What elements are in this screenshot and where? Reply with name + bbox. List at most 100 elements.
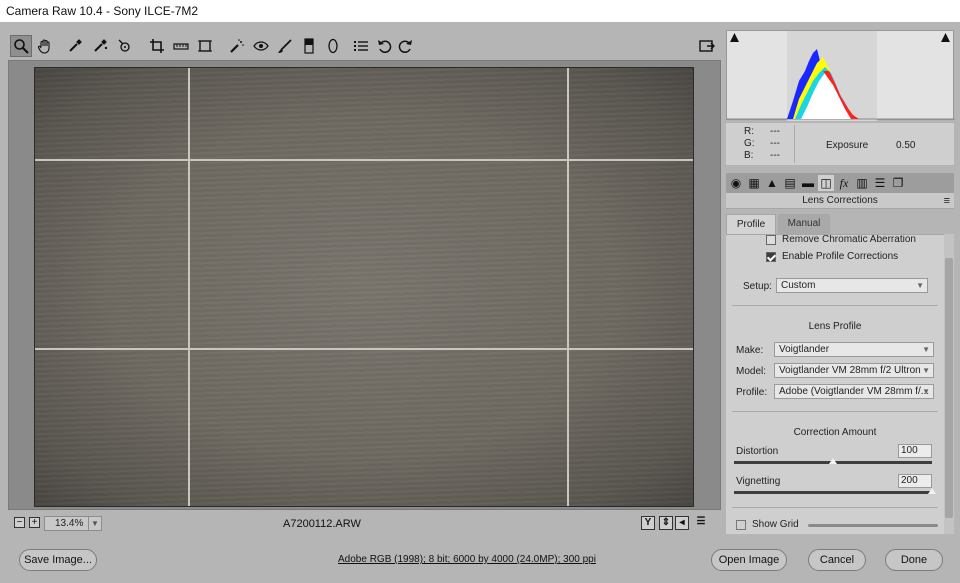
setup-value: Custom	[781, 280, 816, 291]
histogram	[726, 30, 955, 121]
file-name: A7200112.ARW	[283, 518, 361, 530]
distortion-label: Distortion	[736, 446, 779, 457]
graduated-filter-icon[interactable]	[298, 35, 320, 57]
zoom-out-button[interactable]: −	[14, 517, 25, 528]
snapshots-panel-icon[interactable]: ❐	[890, 175, 906, 191]
b-label: B:	[744, 150, 754, 161]
hand-icon[interactable]	[34, 35, 56, 57]
make-value: Voigtlander	[779, 344, 830, 355]
camera-calibration-panel-icon[interactable]: ▥	[854, 175, 870, 191]
vignetting-slider-thumb[interactable]	[928, 488, 936, 494]
preview-preferences-icon[interactable]: ☰	[694, 516, 708, 530]
zoom-level-select[interactable]: 13.4% ▼	[44, 516, 102, 531]
exposure-value: 0.50	[896, 140, 916, 151]
setup-select[interactable]: Custom ▼	[776, 278, 928, 293]
crop-icon[interactable]	[146, 35, 168, 57]
tile-grout-line	[35, 159, 693, 161]
lens-tabs: Profile Manual	[726, 214, 954, 234]
vignetting-slider-track[interactable]	[734, 491, 932, 494]
lens-profile-body: Remove Chromatic Aberration Enable Profi…	[726, 234, 944, 534]
toolbar	[8, 32, 720, 60]
section-divider	[732, 305, 938, 306]
adjustment-brush-icon[interactable]	[274, 35, 296, 57]
g-value: ---	[770, 138, 780, 149]
scrollbar-thumb[interactable]	[945, 258, 953, 518]
basic-panel-icon[interactable]: ◉	[728, 175, 744, 191]
correction-amount-heading: Correction Amount	[793, 427, 877, 438]
profile-label: Profile:	[736, 387, 768, 398]
straighten-icon[interactable]	[170, 35, 192, 57]
remove-ca-checkbox[interactable]	[766, 235, 776, 245]
open-image-button[interactable]: Open Image	[711, 549, 787, 571]
readout-divider	[794, 125, 795, 163]
color-sampler-icon[interactable]	[89, 35, 111, 57]
vignetting-value[interactable]: 200	[898, 474, 932, 488]
rgb-readout: R: --- G: --- B: --- Exposure 0.50	[726, 123, 954, 165]
r-value: ---	[770, 126, 780, 137]
chevron-down-icon: ▼	[916, 281, 924, 290]
g-label: G:	[744, 138, 755, 149]
cancel-button[interactable]: Cancel	[808, 549, 866, 571]
zoom-in-button[interactable]: +	[29, 517, 40, 528]
tile-grout-line	[188, 68, 190, 506]
done-button[interactable]: Done	[885, 549, 943, 571]
panel-title-text: Lens Corrections	[802, 195, 878, 206]
split-toning-panel-icon[interactable]: ▬	[800, 175, 816, 191]
presets-panel-icon[interactable]: ☰	[872, 175, 888, 191]
make-select[interactable]: Voigtlander ▼	[774, 342, 934, 357]
model-label: Model:	[736, 366, 767, 377]
transform-icon[interactable]	[194, 35, 216, 57]
vignetting-label: Vignetting	[736, 476, 781, 487]
tile-grout-line	[567, 68, 569, 506]
enable-profile-checkbox[interactable]	[766, 252, 776, 262]
preview-status-bar: − + 13.4% ▼ A7200112.ARW Y ⇕ ◂ ☰	[8, 514, 721, 534]
panel-tab-bar: ◉ ▦ ▲ ▤ ▬ ◫ fx ▥ ☰ ❐	[726, 173, 954, 193]
remove-ca-label: Remove Chromatic Aberration	[782, 234, 916, 245]
targeted-adjustment-icon[interactable]	[114, 35, 136, 57]
copy-settings-icon[interactable]: ◂	[675, 516, 689, 530]
photo-texture	[35, 68, 693, 506]
profile-value: Adobe (Voigtlander VM 28mm f/...	[779, 386, 930, 397]
tab-profile[interactable]: Profile	[726, 214, 776, 234]
camera-raw-window: − + 13.4% ▼ A7200112.ARW Y ⇕ ◂ ☰ Save Im…	[0, 22, 960, 583]
panel-menu-icon[interactable]: ≡	[944, 193, 950, 209]
rotate-ccw-icon[interactable]	[374, 35, 396, 57]
distortion-value[interactable]: 100	[898, 444, 932, 458]
rotate-cw-icon[interactable]	[394, 35, 416, 57]
panel-title: Lens Corrections ≡	[726, 193, 954, 209]
chevron-down-icon: ▼	[88, 517, 101, 530]
photo-preview[interactable]	[34, 67, 694, 507]
hsl-panel-icon[interactable]: ▤	[782, 175, 798, 191]
before-after-toggle-icon[interactable]: Y	[641, 516, 655, 530]
workflow-options-link[interactable]: Adobe RGB (1998); 8 bit; 6000 by 4000 (2…	[338, 554, 596, 565]
tab-manual[interactable]: Manual	[778, 214, 830, 234]
red-eye-icon[interactable]	[250, 35, 272, 57]
swap-settings-icon[interactable]: ⇕	[659, 516, 673, 530]
fullscreen-icon[interactable]	[696, 35, 718, 57]
save-image-button[interactable]: Save Image...	[19, 549, 97, 571]
white-balance-icon[interactable]	[64, 35, 86, 57]
detail-panel-icon[interactable]: ▲	[764, 175, 780, 191]
exposure-label: Exposure	[826, 140, 869, 151]
preferences-icon[interactable]	[350, 35, 372, 57]
tile-grout-line	[35, 348, 693, 350]
distortion-slider-thumb[interactable]	[829, 458, 837, 464]
tone-curve-panel-icon[interactable]: ▦	[746, 175, 762, 191]
profile-select[interactable]: Adobe (Voigtlander VM 28mm f/... ▼	[774, 384, 934, 399]
window-title: Camera Raw 10.4 - Sony ILCE-7M2	[0, 0, 960, 22]
zoom-level-value: 13.4%	[55, 518, 84, 529]
image-preview-area[interactable]	[8, 60, 721, 510]
make-label: Make:	[736, 345, 764, 356]
r-label: R:	[744, 126, 754, 137]
model-select[interactable]: Voigtlander VM 28mm f/2 Ultron ▼	[774, 363, 934, 378]
lens-corrections-panel-icon[interactable]: ◫	[818, 175, 834, 191]
spot-removal-icon[interactable]	[226, 35, 248, 57]
effects-panel-icon[interactable]: fx	[836, 175, 852, 191]
chevron-down-icon: ▼	[922, 387, 930, 396]
grid-size-slider[interactable]	[808, 524, 938, 527]
show-grid-checkbox[interactable]	[736, 520, 746, 530]
show-grid-label: Show Grid	[752, 519, 799, 530]
radial-filter-icon[interactable]	[322, 35, 344, 57]
panel-scrollbar[interactable]	[944, 234, 954, 534]
zoom-icon[interactable]	[10, 35, 32, 57]
